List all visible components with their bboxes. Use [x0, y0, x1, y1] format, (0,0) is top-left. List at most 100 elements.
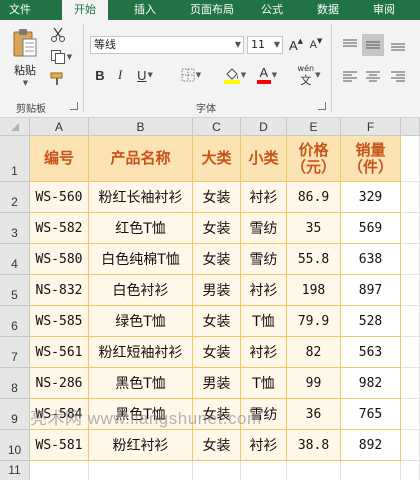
- tab-2[interactable]: 插入: [122, 0, 168, 20]
- font-name-combo[interactable]: 等线 ▼: [90, 36, 244, 54]
- empty-cell[interactable]: [401, 368, 420, 399]
- column-header-F[interactable]: F: [341, 118, 401, 136]
- table-cell[interactable]: NS-832: [30, 275, 89, 306]
- table-cell[interactable]: 99: [287, 368, 341, 399]
- table-cell[interactable]: 638: [341, 244, 401, 275]
- shrink-font-button[interactable]: A ▼: [308, 36, 324, 54]
- empty-cell[interactable]: [401, 182, 420, 213]
- table-cell[interactable]: 79.9: [287, 306, 341, 337]
- table-cell[interactable]: 白色衬衫: [89, 275, 193, 306]
- tab-5[interactable]: 数据: [306, 0, 350, 20]
- format-painter-button[interactable]: [48, 70, 68, 88]
- table-cell[interactable]: 衬衫: [241, 337, 287, 368]
- empty-cell[interactable]: [401, 337, 420, 368]
- row-header-5[interactable]: 5: [0, 275, 30, 306]
- table-cell[interactable]: 雪纺: [241, 244, 287, 275]
- italic-button[interactable]: I: [112, 66, 128, 84]
- table-cell[interactable]: 雪纺: [241, 399, 287, 430]
- table-cell[interactable]: 粉红长袖衬衫: [89, 182, 193, 213]
- column-header-D[interactable]: D: [241, 118, 287, 136]
- font-size-combo[interactable]: 11 ▼: [247, 36, 283, 54]
- empty-cell[interactable]: [241, 461, 287, 480]
- table-cell[interactable]: 女装: [193, 306, 241, 337]
- table-cell[interactable]: 白色纯棉T恤: [89, 244, 193, 275]
- table-header-cell[interactable]: 编号: [30, 136, 89, 182]
- table-cell[interactable]: 36: [287, 399, 341, 430]
- row-header-3[interactable]: 3: [0, 213, 30, 244]
- empty-cell[interactable]: [401, 430, 420, 461]
- table-header-cell[interactable]: 产品名称: [89, 136, 193, 182]
- column-header-partial[interactable]: [401, 118, 420, 136]
- table-cell[interactable]: 红色T恤: [89, 213, 193, 244]
- table-cell[interactable]: 粉红衬衫: [89, 430, 193, 461]
- table-cell[interactable]: 女装: [193, 182, 241, 213]
- column-header-E[interactable]: E: [287, 118, 341, 136]
- table-cell[interactable]: T恤: [241, 306, 287, 337]
- row-header-2[interactable]: 2: [0, 182, 30, 213]
- row-header-8[interactable]: 8: [0, 368, 30, 399]
- table-cell[interactable]: 897: [341, 275, 401, 306]
- empty-cell[interactable]: [401, 136, 420, 182]
- font-launcher-icon[interactable]: [318, 102, 326, 110]
- table-cell[interactable]: WS-582: [30, 213, 89, 244]
- table-header-cell[interactable]: 价格 （元）: [287, 136, 341, 182]
- table-cell[interactable]: 雪纺: [241, 213, 287, 244]
- row-header-1[interactable]: 1: [0, 136, 30, 182]
- select-all-corner[interactable]: [0, 118, 30, 136]
- empty-cell[interactable]: [287, 461, 341, 480]
- cut-button[interactable]: [48, 26, 68, 44]
- table-header-cell[interactable]: 大类: [193, 136, 241, 182]
- column-header-C[interactable]: C: [193, 118, 241, 136]
- row-header-10[interactable]: 10: [0, 430, 30, 461]
- table-cell[interactable]: 女装: [193, 399, 241, 430]
- paste-button[interactable]: 粘贴 ▼: [8, 26, 42, 88]
- empty-cell[interactable]: [401, 306, 420, 337]
- table-cell[interactable]: 982: [341, 368, 401, 399]
- table-cell[interactable]: 男装: [193, 275, 241, 306]
- row-header-11[interactable]: 11: [0, 461, 30, 480]
- table-cell[interactable]: 528: [341, 306, 401, 337]
- row-header-4[interactable]: 4: [0, 244, 30, 275]
- table-cell[interactable]: 女装: [193, 244, 241, 275]
- table-cell[interactable]: 衬衫: [241, 275, 287, 306]
- table-cell[interactable]: 女装: [193, 430, 241, 461]
- table-cell[interactable]: 55.8: [287, 244, 341, 275]
- table-cell[interactable]: 女装: [193, 213, 241, 244]
- tab-3[interactable]: 页面布局: [178, 0, 246, 20]
- table-cell[interactable]: 892: [341, 430, 401, 461]
- empty-cell[interactable]: [341, 461, 401, 480]
- empty-cell[interactable]: [30, 461, 89, 480]
- table-cell[interactable]: 35: [287, 213, 341, 244]
- table-cell[interactable]: 男装: [193, 368, 241, 399]
- bold-button[interactable]: B: [92, 66, 108, 84]
- empty-cell[interactable]: [401, 213, 420, 244]
- font-color-button[interactable]: A ▼: [254, 64, 280, 86]
- row-header-9[interactable]: 9: [0, 399, 30, 430]
- table-cell[interactable]: WS-581: [30, 430, 89, 461]
- align-bottom-button[interactable]: [388, 34, 408, 56]
- table-cell[interactable]: NS-286: [30, 368, 89, 399]
- row-header-6[interactable]: 6: [0, 306, 30, 337]
- empty-cell[interactable]: [401, 244, 420, 275]
- table-header-cell[interactable]: 销量 （件）: [341, 136, 401, 182]
- table-cell[interactable]: 569: [341, 213, 401, 244]
- align-top-button[interactable]: [340, 34, 360, 56]
- table-cell[interactable]: 329: [341, 182, 401, 213]
- table-cell[interactable]: 黑色T恤: [89, 368, 193, 399]
- clipboard-launcher-icon[interactable]: [70, 102, 78, 110]
- table-header-cell[interactable]: 小类: [241, 136, 287, 182]
- row-header-7[interactable]: 7: [0, 337, 30, 368]
- table-cell[interactable]: 38.8: [287, 430, 341, 461]
- grow-font-button[interactable]: A ▲: [288, 36, 304, 54]
- empty-cell[interactable]: [401, 461, 420, 480]
- table-cell[interactable]: WS-560: [30, 182, 89, 213]
- table-cell[interactable]: 粉红短袖衬衫: [89, 337, 193, 368]
- tab-0[interactable]: 文件: [0, 0, 40, 20]
- column-header-B[interactable]: B: [89, 118, 193, 136]
- phonetic-button[interactable]: wén 文 ▼: [294, 62, 324, 88]
- align-left-button[interactable]: [340, 66, 360, 88]
- empty-cell[interactable]: [401, 275, 420, 306]
- column-header-A[interactable]: A: [30, 118, 89, 136]
- empty-cell[interactable]: [89, 461, 193, 480]
- borders-button[interactable]: ▼: [178, 66, 204, 84]
